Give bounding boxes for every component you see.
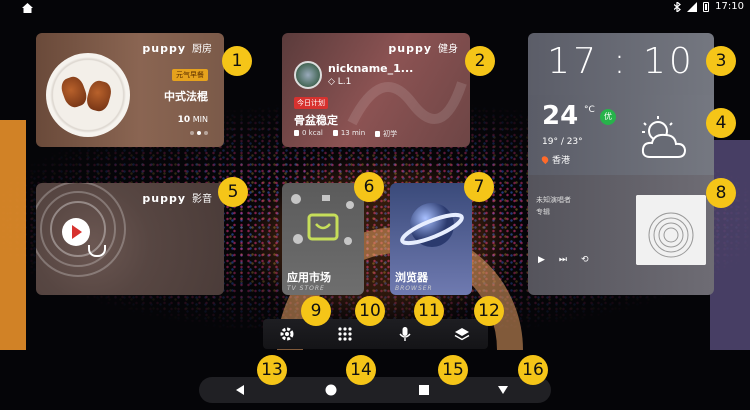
- food-image: [46, 53, 130, 137]
- duration-stat: 13 min: [333, 129, 365, 139]
- marker-10: 10: [355, 296, 385, 326]
- album-name: 专辑: [536, 208, 550, 216]
- diamond-icon: ◇: [328, 77, 338, 87]
- dropdown-icon[interactable]: [496, 383, 510, 397]
- marker-4: 4: [706, 108, 736, 138]
- brand-logo: puppy: [388, 42, 432, 55]
- video-brand: puppy 影音: [142, 190, 212, 205]
- kitchen-card[interactable]: puppy 厨房 元气早餐 中式法棍 10 MIN: [36, 33, 224, 147]
- app-label-en: BROWSER: [395, 285, 433, 292]
- app-browser[interactable]: 浏览器 BROWSER: [390, 183, 472, 295]
- fitness-card[interactable]: puppy 健身 nickname_1... ◇ L.1 今日计划 骨盆稳定 0 …: [282, 33, 470, 147]
- play-icon[interactable]: ▶: [538, 255, 545, 265]
- marker-3: 3: [706, 46, 736, 76]
- clock-time: 17 : 10: [547, 41, 695, 82]
- recents-icon[interactable]: [417, 383, 431, 397]
- artist-name: 未知演唱者: [536, 196, 571, 204]
- app-label-en: TV STORE: [287, 285, 325, 292]
- temperature-range: 19° / 23°: [542, 137, 583, 147]
- music-controls: ▶ ⏭ ⟲: [538, 255, 589, 265]
- back-icon[interactable]: [233, 383, 247, 397]
- recipe-duration: 10 MIN: [178, 115, 208, 125]
- workout-title: 骨盆稳定: [294, 114, 338, 127]
- avatar: [294, 61, 322, 89]
- marker-9: 9: [301, 296, 331, 326]
- battery-icon: [703, 1, 710, 12]
- marker-12: 12: [474, 296, 504, 326]
- difficulty-stat: 初学: [375, 129, 397, 139]
- repeat-icon[interactable]: ⟲: [581, 255, 589, 265]
- marker-16: 16: [518, 355, 548, 385]
- duration-value: 10: [177, 115, 191, 125]
- layers-icon[interactable]: [454, 326, 470, 342]
- navigation-bar: [199, 377, 551, 403]
- air-quality-badge: 优: [600, 109, 616, 125]
- marker-14: 14: [346, 355, 376, 385]
- video-play-button[interactable]: [62, 218, 90, 246]
- next-icon[interactable]: ⏭: [559, 255, 567, 265]
- city-location: 香港: [542, 153, 570, 166]
- status-time: 17:10: [715, 1, 744, 12]
- brand-logo: puppy: [142, 42, 186, 55]
- marker-15: 15: [438, 355, 468, 385]
- food-item: [58, 74, 90, 110]
- app-label: 应用市场: [287, 271, 331, 284]
- album-cover: [636, 195, 706, 265]
- marker-2: 2: [465, 46, 495, 76]
- home-button-icon[interactable]: [324, 383, 338, 397]
- app-label: 浏览器: [395, 271, 428, 284]
- marker-1: 1: [222, 46, 252, 76]
- clock-card[interactable]: 17 : 10: [528, 33, 714, 95]
- app-tv-store[interactable]: 应用市场 TV STORE: [282, 183, 364, 295]
- marker-13: 13: [257, 355, 287, 385]
- partly-cloudy-icon: [641, 116, 687, 158]
- music-card[interactable]: 未知演唱者 专辑 ▶ ⏭ ⟲: [528, 175, 714, 295]
- brand-logo: puppy: [142, 192, 186, 205]
- status-bar: 17:10: [0, 0, 750, 16]
- marker-6: 6: [354, 172, 384, 202]
- duration-unit: MIN: [192, 115, 208, 124]
- apps-grid-icon[interactable]: [337, 326, 353, 342]
- recipe-tag: 元气早餐: [172, 69, 208, 81]
- marker-11: 11: [414, 296, 444, 326]
- level-value: L.1: [337, 77, 352, 87]
- today-plan-tag: 今日计划: [294, 97, 328, 109]
- username: nickname_1...: [328, 62, 414, 75]
- marker-8: 8: [706, 178, 736, 208]
- home-icon[interactable]: [22, 3, 33, 13]
- temperature: 24: [542, 101, 579, 131]
- brand-category: 厨房: [192, 44, 212, 55]
- fitness-background-scribble: [347, 81, 467, 126]
- bluetooth-icon: [674, 1, 682, 12]
- calories-stat: 0 kcal: [294, 129, 323, 139]
- marker-5: 5: [218, 177, 248, 207]
- video-card[interactable]: puppy 影音: [36, 183, 224, 295]
- marker-7: 7: [464, 172, 494, 202]
- fitness-brand: puppy 健身: [388, 40, 458, 55]
- brand-category: 影音: [192, 194, 212, 205]
- signal-icon: [687, 1, 698, 12]
- planet-icon: [400, 203, 464, 247]
- food-item: [84, 78, 114, 114]
- temperature-unit: °C: [584, 105, 595, 115]
- microphone-icon[interactable]: [397, 326, 413, 342]
- recipe-title: 中式法棍: [164, 90, 208, 103]
- user-level: ◇ L.1: [328, 77, 351, 87]
- kitchen-brand: puppy 厨房: [142, 40, 212, 55]
- settings-icon[interactable]: [279, 326, 295, 342]
- brand-category: 健身: [438, 44, 458, 55]
- store-icon: [291, 194, 354, 245]
- workout-stats: 0 kcal 13 min 初学: [294, 129, 397, 139]
- weather-card[interactable]: 24 °C 优 19° / 23° 香港: [528, 95, 714, 175]
- pager-dots: [190, 131, 208, 135]
